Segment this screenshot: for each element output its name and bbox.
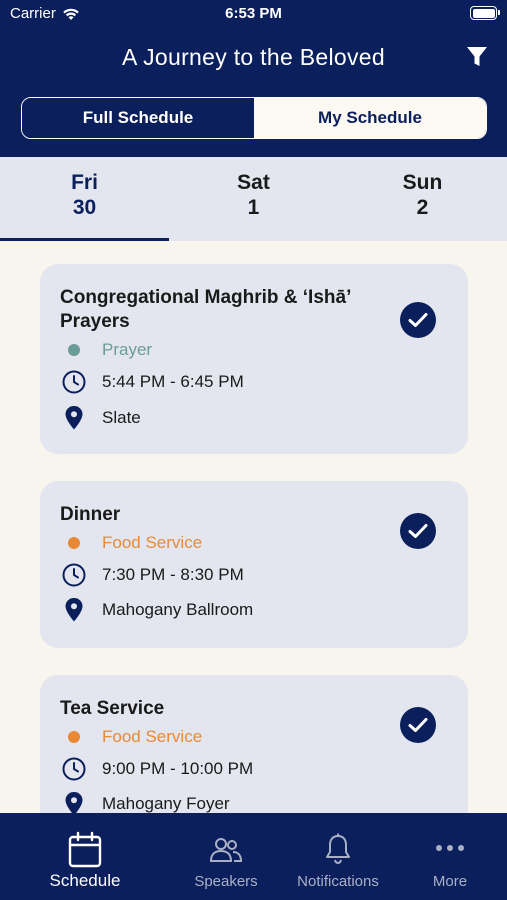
event-location-row: Mahogany Ballroom xyxy=(60,597,253,623)
people-icon xyxy=(209,838,243,862)
added-checkmark-button[interactable] xyxy=(400,302,436,338)
event-time-row: 7:30 PM - 8:30 PM xyxy=(60,562,244,588)
event-card[interactable]: Congregational Maghrib & ‘Ishā’ Prayers … xyxy=(40,264,468,454)
event-title: Tea Service xyxy=(60,698,165,719)
event-card[interactable]: Dinner Food Service 7:30 PM - 8:30 PM Ma… xyxy=(40,481,468,648)
clock-icon xyxy=(62,370,86,394)
event-time: 9:00 PM - 10:00 PM xyxy=(102,759,254,778)
event-location-row: Mahogany Foyer xyxy=(60,791,230,813)
battery-icon xyxy=(470,6,500,20)
status-bar: Carrier 6:53 PM xyxy=(0,0,507,30)
day-name: Fri xyxy=(71,171,98,194)
event-title: Dinner xyxy=(60,504,121,525)
day-tab-sat[interactable]: Sat 1 xyxy=(169,157,338,241)
bell-icon xyxy=(326,833,350,865)
event-time-row: 9:00 PM - 10:00 PM xyxy=(60,756,253,782)
day-tab-sun[interactable]: Sun 2 xyxy=(338,157,507,241)
more-dots-icon xyxy=(436,845,464,851)
tab-more[interactable]: More xyxy=(420,843,480,890)
event-location: Slate xyxy=(102,408,141,427)
event-category: Prayer xyxy=(102,340,153,359)
tab-notifications[interactable]: Notifications xyxy=(288,833,388,890)
filter-icon xyxy=(467,47,487,66)
location-pin-icon xyxy=(65,792,83,813)
event-category: Food Service xyxy=(102,533,203,552)
day-number: 30 xyxy=(72,196,97,219)
day-name: Sat xyxy=(237,171,270,194)
event-time: 5:44 PM - 6:45 PM xyxy=(102,372,244,391)
event-location: Mahogany Foyer xyxy=(102,794,230,813)
location-pin-icon xyxy=(65,406,83,430)
day-number: 1 xyxy=(247,196,260,219)
event-category-row: Prayer xyxy=(60,340,152,360)
day-name: Sun xyxy=(402,171,443,194)
calendar-icon xyxy=(68,831,102,868)
checkmark-icon xyxy=(408,313,428,327)
bottom-tab-bar: Schedule Speakers Notifications More xyxy=(0,813,507,900)
event-location: Mahogany Ballroom xyxy=(102,600,254,619)
event-location-row: Slate xyxy=(60,405,141,431)
my-schedule-tab[interactable]: My Schedule xyxy=(254,98,486,138)
schedule-segmented-control: Full Schedule My Schedule xyxy=(21,97,487,139)
day-number: 2 xyxy=(416,196,429,219)
day-tabs: Fri 30 Sat 1 Sun 2 xyxy=(0,157,507,241)
clock-icon xyxy=(62,757,86,781)
status-time: 6:53 PM xyxy=(225,5,282,22)
event-time-row: 5:44 PM - 6:45 PM xyxy=(60,369,244,395)
checkmark-icon xyxy=(408,718,428,732)
checkmark-icon xyxy=(408,524,428,538)
tab-schedule[interactable]: Schedule xyxy=(37,831,133,891)
tab-label: Schedule xyxy=(49,871,121,890)
tab-label: Speakers xyxy=(194,873,258,890)
full-schedule-tab[interactable]: Full Schedule xyxy=(22,98,254,138)
tab-speakers[interactable]: Speakers xyxy=(180,837,272,890)
added-checkmark-button[interactable] xyxy=(400,513,436,549)
added-checkmark-button[interactable] xyxy=(400,707,436,743)
event-category: Food Service xyxy=(102,727,203,746)
tab-label: More xyxy=(432,873,468,890)
event-list[interactable]: Congregational Maghrib & ‘Ishā’ Prayers … xyxy=(0,241,507,813)
event-time: 7:30 PM - 8:30 PM xyxy=(102,565,244,584)
day-tab-fri[interactable]: Fri 30 xyxy=(0,157,169,241)
category-dot-icon xyxy=(68,731,80,743)
page-title: A Journey to the Beloved xyxy=(122,44,385,70)
clock-icon xyxy=(62,563,86,587)
category-dot-icon xyxy=(68,344,80,356)
filter-button[interactable] xyxy=(465,44,489,70)
event-title: Congregational Maghrib & ‘Ishā’ Prayers xyxy=(60,287,351,332)
location-pin-icon xyxy=(65,598,83,622)
event-category-row: Food Service xyxy=(60,533,202,553)
event-card[interactable]: Tea Service Food Service 9:00 PM - 10:00… xyxy=(40,675,468,813)
category-dot-icon xyxy=(68,537,80,549)
app-header: Carrier 6:53 PM A Journey to the Beloved… xyxy=(0,0,507,157)
event-category-row: Food Service xyxy=(60,727,202,747)
tab-label: Notifications xyxy=(297,873,379,890)
